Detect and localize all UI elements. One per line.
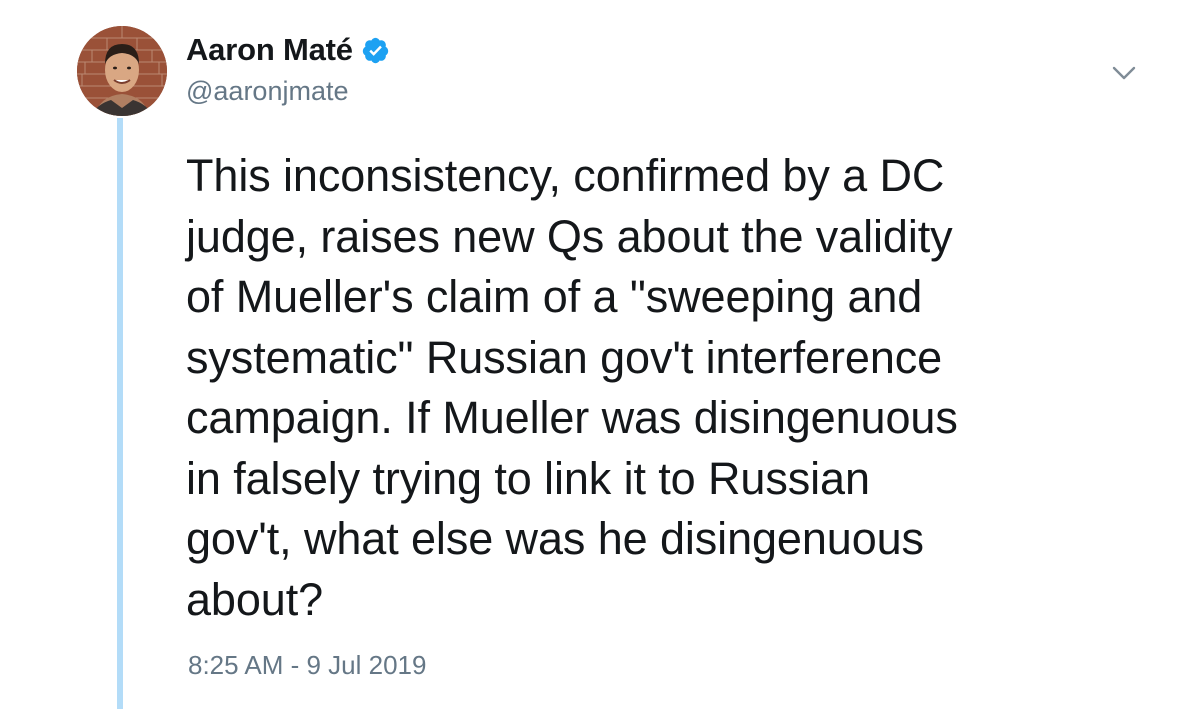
- tweet-card: Aaron Maté @aaronjmate This inconsistenc…: [0, 0, 1200, 709]
- tweet-text: This inconsistency, confirmed by a DC ju…: [186, 150, 958, 625]
- profile-photo: [77, 26, 167, 116]
- display-name[interactable]: Aaron Maté: [186, 32, 353, 68]
- name-row: Aaron Maté: [186, 30, 390, 70]
- tweet-timestamp[interactable]: 8:25 AM - 9 Jul 2019: [188, 650, 426, 681]
- avatar[interactable]: [77, 26, 167, 116]
- user-handle[interactable]: @aaronjmate: [186, 76, 390, 107]
- chevron-down-icon[interactable]: [1107, 58, 1141, 88]
- thread-line: [117, 118, 123, 709]
- author-block: Aaron Maté @aaronjmate: [186, 30, 390, 107]
- verified-badge-icon: [361, 36, 390, 65]
